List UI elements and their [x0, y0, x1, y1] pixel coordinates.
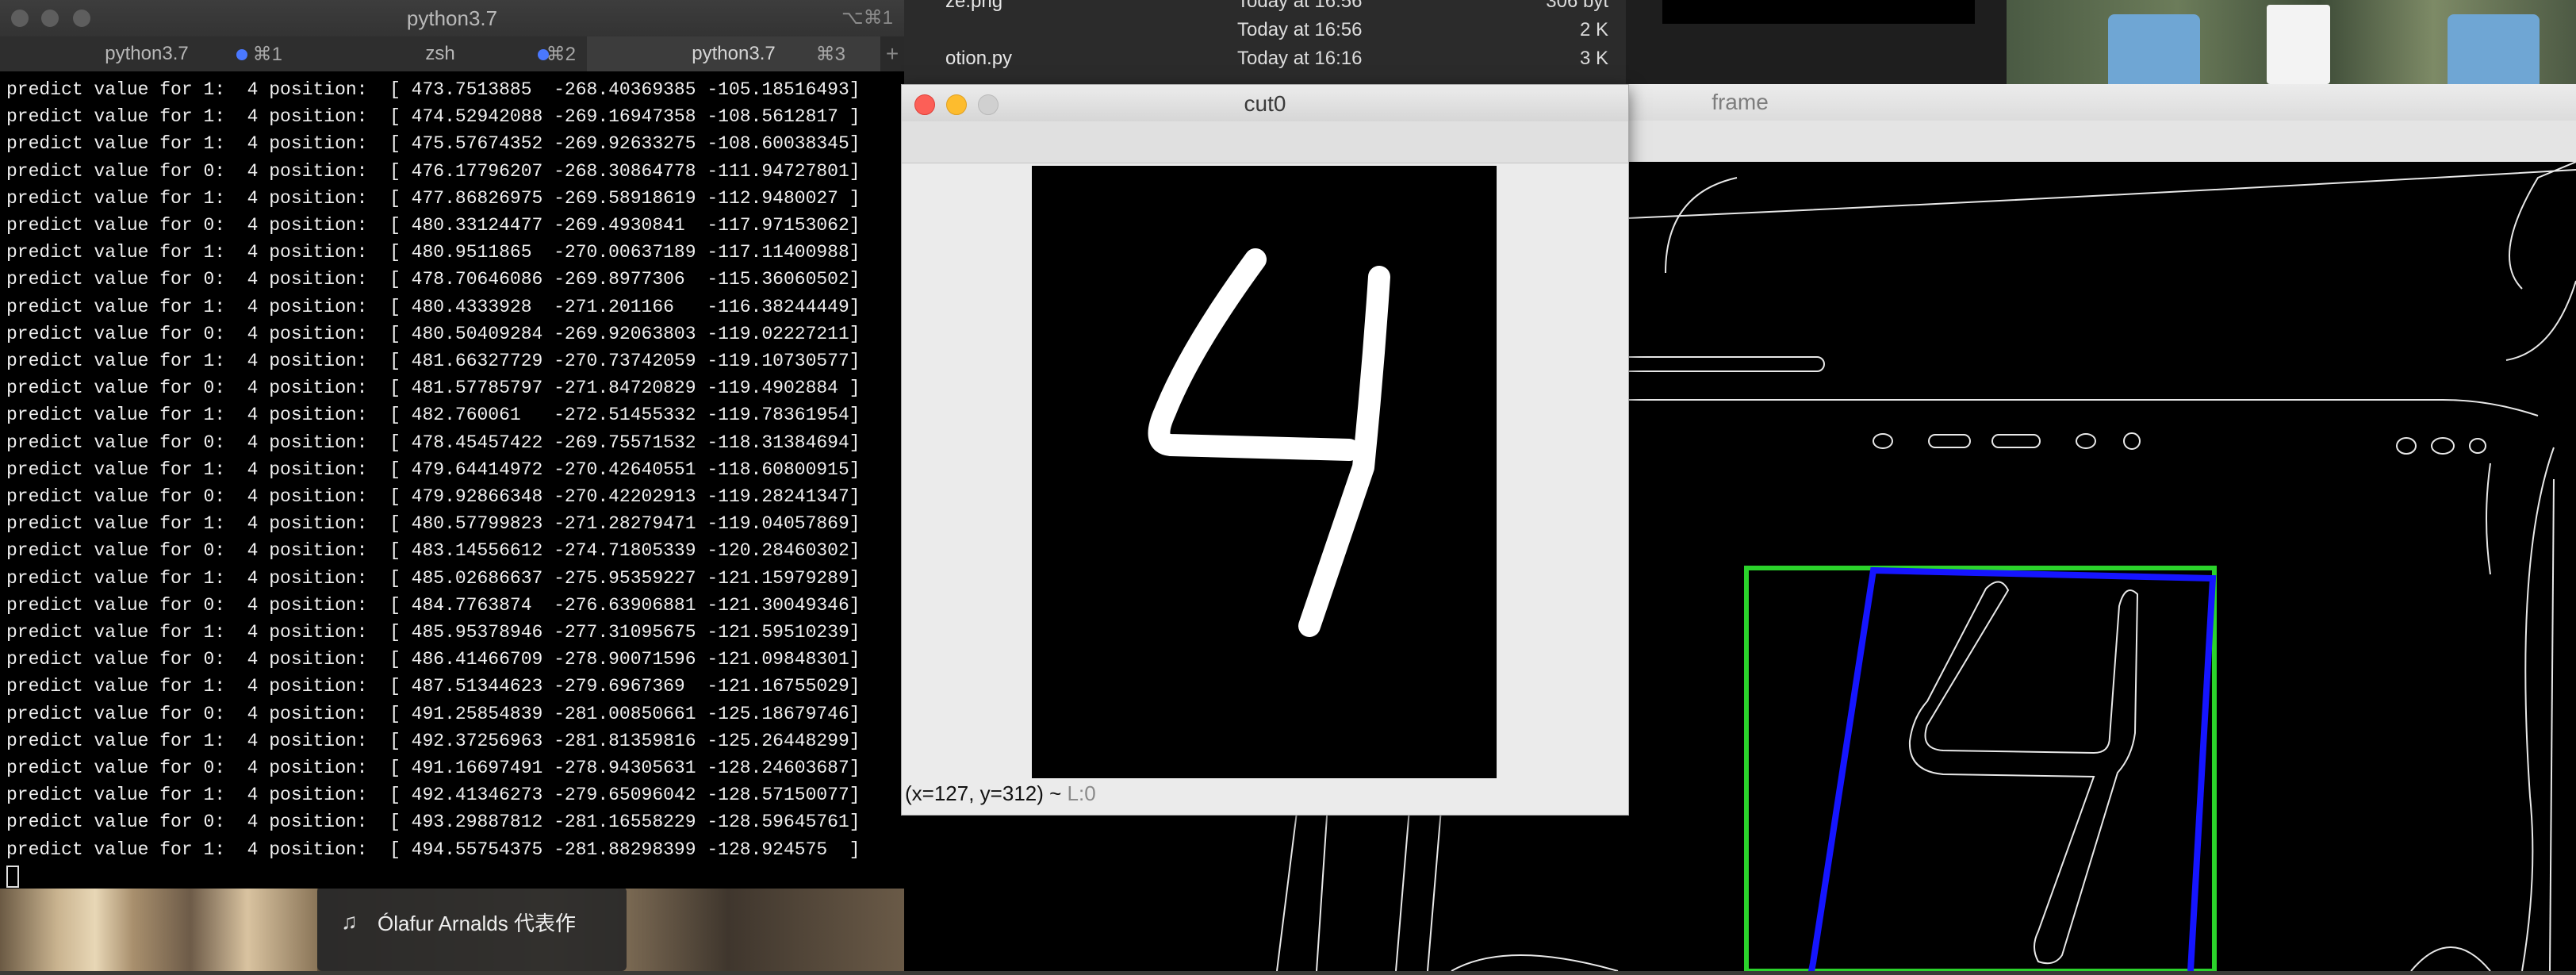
edge-hole [2431, 437, 2455, 455]
finder-row[interactable]: otion.py Today at 16:16 3 K [904, 44, 1626, 73]
pixel-level: L:0 [1067, 781, 1096, 805]
terminal-line: predict value for 0: 4 position: [ 478.7… [6, 269, 861, 290]
terminal-line: predict value for 0: 4 position: [ 480.5… [6, 323, 861, 344]
finder-row[interactable]: Today at 16:56 2 K [904, 16, 1626, 44]
music-track-title: Ólafur Arnalds 代表作 [378, 912, 576, 935]
terminal-line: predict value for 1: 4 position: [ 481.6… [6, 351, 861, 372]
tab-label: python3.7 [105, 43, 189, 64]
detected-quad-blue [1807, 566, 2217, 974]
music-note-icon: ♫ [341, 909, 358, 934]
folder-icon[interactable] [2108, 14, 2200, 84]
finder-file-name: ze.png [945, 0, 1003, 12]
bounding-box-green [1744, 566, 2217, 973]
terminal-line: predict value for 0: 4 position: [ 481.5… [6, 378, 861, 399]
terminal-line: predict value for 1: 4 position: [ 477.8… [6, 187, 861, 209]
terminal-line: predict value for 1: 4 position: [ 487.5… [6, 676, 861, 697]
terminal-line: predict value for 1: 4 position: [ 482.7… [6, 405, 861, 426]
terminal-tab-bar: python3.7 ⌘1 zsh ⌘2 python3.7 ⌘3 + [0, 36, 904, 71]
edge-contour [2410, 946, 2491, 972]
terminal-window[interactable]: python3.7 ⌥⌘1 python3.7 ⌘1 zsh ⌘2 python… [0, 0, 904, 889]
document-icon[interactable] [2267, 5, 2330, 84]
terminal-line: predict value for 0: 4 position: [ 483.1… [6, 540, 861, 562]
tab-shortcut: ⌘2 [546, 44, 576, 65]
terminal-output[interactable]: predict value for 1: 4 position: [ 473.7… [6, 76, 903, 890]
edge-hole [2076, 433, 2096, 449]
cursor-block-icon [6, 865, 19, 888]
tab-python3-7-3[interactable]: python3.7 ⌘3 [587, 36, 881, 71]
terminal-line: predict value for 1: 4 position: [ 473.7… [6, 79, 861, 100]
digit-four-drawing [1148, 248, 1390, 637]
terminal-line: predict value for 1: 4 position: [ 494.5… [6, 839, 861, 860]
terminal-shortcut: ⌥⌘1 [841, 7, 893, 29]
terminal-line: predict value for 1: 4 position: [ 480.5… [6, 513, 861, 535]
terminal-line: predict value for 0: 4 position: [ 484.7… [6, 594, 861, 616]
finder-file-date: Today at 16:56 [1237, 0, 1363, 12]
edge-contour [1451, 954, 1619, 972]
tab-python3-7-1[interactable]: python3.7 ⌘1 [0, 36, 294, 71]
finder-file-size: 306 byt [1546, 0, 1608, 12]
terminal-line: predict value for 1: 4 position: [ 492.3… [6, 730, 861, 751]
finder-file-size: 2 K [1579, 19, 1608, 40]
finder-file-name: otion.py [945, 48, 1013, 69]
terminal-line: predict value for 1: 4 position: [ 474.5… [6, 106, 861, 128]
cut0-toolbar [902, 121, 1628, 163]
edge-contour [2509, 161, 2576, 290]
edge-hole [2469, 438, 2486, 454]
edge-digit-contour [1908, 581, 2139, 965]
new-tab-button[interactable]: + [880, 36, 904, 71]
edge-hole [1991, 434, 2041, 448]
terminal-line: predict value for 1: 4 position: [ 480.4… [6, 296, 861, 317]
cut0-title: cut0 [1244, 91, 1286, 116]
cut0-status-bar: (x=127, y=312) ~ L:0 [905, 781, 1096, 806]
terminal-line: predict value for 1: 4 position: [ 485.9… [6, 622, 861, 643]
terminal-line: predict value for 1: 4 position: [ 485.0… [6, 567, 861, 589]
tab-activity-dot-icon [236, 49, 247, 60]
edge-contour [2505, 280, 2576, 361]
terminal-titlebar[interactable]: python3.7 ⌥⌘1 [0, 0, 904, 36]
folder-icon[interactable] [2448, 14, 2540, 84]
terminal-line: predict value for 0: 4 position: [ 480.3… [6, 215, 861, 236]
terminal-line: predict value for 0: 4 position: [ 493.2… [6, 812, 861, 833]
tab-shortcut: ⌘3 [815, 44, 845, 65]
tab-shortcut: ⌘1 [252, 44, 282, 65]
terminal-line: predict value for 1: 4 position: [ 479.6… [6, 459, 861, 480]
finder-file-date: Today at 16:56 [1237, 19, 1363, 40]
finder-file-size: 3 K [1579, 48, 1608, 69]
tab-zsh[interactable]: zsh ⌘2 [293, 36, 588, 71]
edge-contour [2521, 447, 2555, 972]
cursor-coordinates: (x=127, y=312) ~ [905, 781, 1068, 805]
finder-file-list: ze.png Today at 16:56 306 byt Today at 1… [904, 0, 1626, 84]
desktop-wallpaper-photo [0, 881, 317, 971]
digit-image[interactable] [1032, 166, 1497, 778]
cut0-window[interactable]: cut0 (x=127, y=312) ~ L:0 [901, 84, 1629, 816]
edge-contour [2549, 478, 2555, 972]
terminal-line: predict value for 0: 4 position: [ 491.1… [6, 758, 861, 779]
finder-file-date: Today at 16:16 [1237, 48, 1363, 69]
terminal-line: predict value for 0: 4 position: [ 476.1… [6, 160, 861, 182]
edge-contour [2486, 463, 2491, 575]
terminal-title: python3.7 [406, 6, 498, 30]
terminal-line: predict value for 0: 4 position: [ 479.9… [6, 486, 861, 508]
terminal-line: predict value for 0: 4 position: [ 486.4… [6, 649, 861, 670]
edge-hole [2123, 432, 2141, 450]
terminal-line: predict value for 0: 4 position: [ 491.2… [6, 703, 861, 724]
finder-row[interactable]: ze.png Today at 16:56 306 byt [904, 0, 1626, 16]
terminal-cursor [6, 863, 903, 890]
terminal-line: predict value for 1: 4 position: [ 480.9… [6, 242, 861, 263]
edge-contour [1665, 177, 1738, 274]
digit-stroke [1148, 248, 1360, 461]
finder-preview-black [1662, 0, 1975, 24]
terminal-line: predict value for 1: 4 position: [ 475.5… [6, 133, 861, 155]
edge-hole [1873, 433, 1893, 449]
cut0-titlebar[interactable]: cut0 [902, 85, 1628, 122]
music-widget[interactable]: ♫ Ólafur Arnalds 代表作 [317, 887, 627, 971]
edge-hole [1928, 434, 1971, 448]
terminal-line: predict value for 0: 4 position: [ 478.4… [6, 432, 861, 453]
edge-hole [2396, 437, 2417, 455]
terminal-line: predict value for 1: 4 position: [ 492.4… [6, 785, 861, 806]
